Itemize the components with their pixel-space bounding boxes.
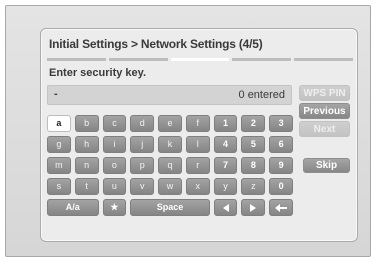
input-value: - xyxy=(54,88,58,100)
progress-step-4 xyxy=(232,58,292,61)
key-2[interactable]: 2 xyxy=(241,115,266,132)
key-n[interactable]: n xyxy=(74,157,99,174)
arrow-left-icon xyxy=(222,203,229,212)
key-d[interactable]: d xyxy=(130,115,155,132)
key-w[interactable]: w xyxy=(158,178,182,195)
security-key-prompt: Enter security key. xyxy=(49,67,147,79)
key-b[interactable]: b xyxy=(74,115,99,132)
case-toggle-key[interactable]: A/a xyxy=(47,199,99,216)
next-button[interactable]: Next xyxy=(299,121,350,137)
backspace-icon xyxy=(275,203,288,212)
key-f[interactable]: f xyxy=(185,115,210,132)
key-x[interactable]: x xyxy=(185,178,210,195)
key-0[interactable]: 0 xyxy=(269,178,293,195)
key-t[interactable]: t xyxy=(74,178,99,195)
side-button-column: WPS PIN Previous Next xyxy=(299,85,350,141)
backspace-key[interactable] xyxy=(269,199,293,216)
key-u[interactable]: u xyxy=(102,178,127,195)
cursor-right-key[interactable] xyxy=(241,199,266,216)
arrow-right-icon xyxy=(250,203,257,212)
key-a[interactable]: a xyxy=(47,115,71,132)
key-q[interactable]: q xyxy=(158,157,182,174)
key-5[interactable]: 5 xyxy=(241,136,266,153)
key-8[interactable]: 8 xyxy=(241,157,266,174)
key-z[interactable]: z xyxy=(241,178,266,195)
key-i[interactable]: i xyxy=(102,136,127,153)
key-r[interactable]: r xyxy=(185,157,210,174)
security-key-input[interactable]: - 0 entered xyxy=(47,85,292,105)
key-o[interactable]: o xyxy=(102,157,127,174)
tv-screen: Initial Settings > Network Settings (4/5… xyxy=(5,5,371,257)
network-settings-dialog: Initial Settings > Network Settings (4/5… xyxy=(40,28,358,242)
progress-step-2 xyxy=(108,58,168,61)
key-7[interactable]: 7 xyxy=(213,157,238,174)
progress-step-5 xyxy=(294,58,353,61)
key-3[interactable]: 3 xyxy=(269,115,293,132)
key-g[interactable]: g xyxy=(47,136,71,153)
key-4[interactable]: 4 xyxy=(213,136,238,153)
key-j[interactable]: j xyxy=(130,136,155,153)
cursor-left-key[interactable] xyxy=(213,199,238,216)
key-e[interactable]: e xyxy=(158,115,182,132)
key-c[interactable]: c xyxy=(102,115,127,132)
previous-button[interactable]: Previous xyxy=(299,103,350,119)
entered-count: 0 entered xyxy=(238,89,285,101)
key-h[interactable]: h xyxy=(74,136,99,153)
skip-button[interactable]: Skip xyxy=(303,158,350,173)
progress-step-3 xyxy=(170,58,230,61)
space-key[interactable]: Space xyxy=(130,199,210,216)
progress-step-1 xyxy=(47,58,106,61)
key-l[interactable]: l xyxy=(185,136,210,153)
key-6[interactable]: 6 xyxy=(269,136,293,153)
key-9[interactable]: 9 xyxy=(269,157,293,174)
on-screen-keyboard: a b c d e f 1 2 3 g h i j k l 4 5 6 m n … xyxy=(47,115,293,216)
star-key[interactable]: ★ xyxy=(102,199,127,216)
key-p[interactable]: p xyxy=(130,157,155,174)
key-s[interactable]: s xyxy=(47,178,71,195)
key-v[interactable]: v xyxy=(130,178,155,195)
key-m[interactable]: m xyxy=(47,157,71,174)
key-k[interactable]: k xyxy=(158,136,182,153)
wps-pin-button[interactable]: WPS PIN xyxy=(299,85,350,101)
key-1[interactable]: 1 xyxy=(213,115,238,132)
dialog-title: Initial Settings > Network Settings (4/5… xyxy=(49,37,263,51)
key-y[interactable]: y xyxy=(213,178,238,195)
step-progress-bar xyxy=(47,58,353,61)
